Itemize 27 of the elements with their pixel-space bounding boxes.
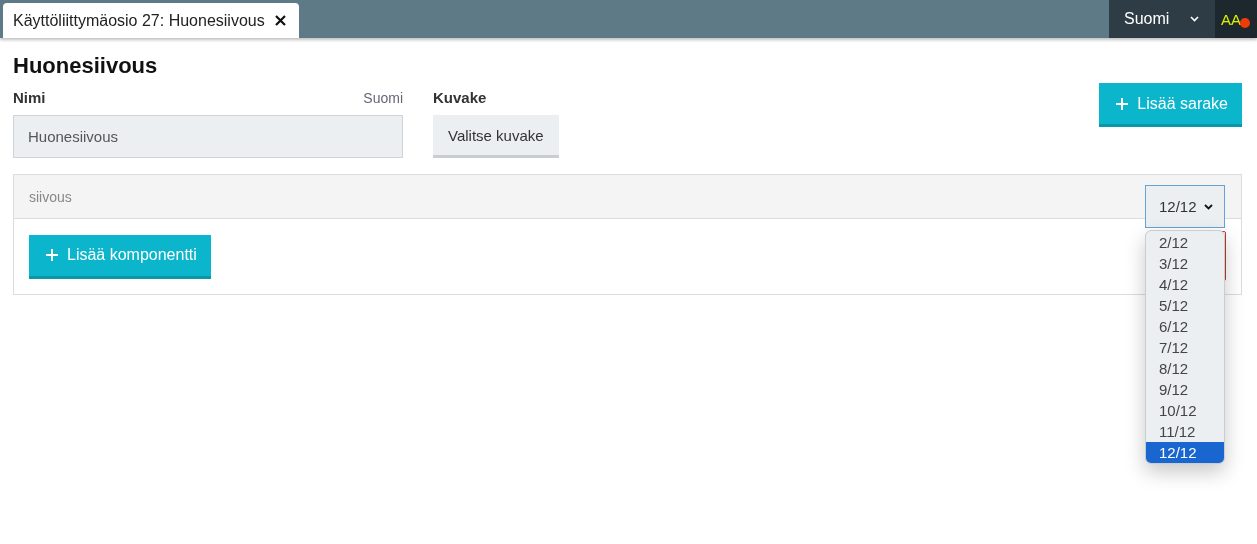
field-label: Nimi: [13, 89, 46, 107]
section-title: siivous: [29, 188, 72, 205]
field-label: Kuvake: [433, 89, 487, 107]
dropdown-option[interactable]: 10/12: [1146, 400, 1224, 422]
language-menu[interactable]: Suomi: [1109, 0, 1215, 38]
choose-icon-button[interactable]: Valitse kuvake: [433, 115, 559, 159]
dropdown-option[interactable]: 3/12: [1146, 253, 1224, 275]
dropdown-option[interactable]: 2/12: [1146, 232, 1224, 254]
name-field[interactable]: Huonesiivous: [13, 115, 403, 159]
language-label: Suomi: [363, 90, 403, 107]
chevron-down-icon: [1190, 16, 1199, 22]
dropdown-option[interactable]: 4/12: [1146, 274, 1224, 296]
width-select[interactable]: 12/12: [1145, 185, 1225, 229]
close-icon[interactable]: [274, 15, 286, 26]
dropdown-option[interactable]: 12/12: [1146, 442, 1224, 464]
dropdown-option[interactable]: 7/12: [1146, 337, 1224, 359]
plus-icon: [1115, 96, 1130, 111]
chevron-down-icon: [1204, 203, 1213, 210]
dropdown-option[interactable]: 8/12: [1146, 358, 1224, 380]
tab[interactable]: Käyttöliittymäosio 27: Huonesiivous: [3, 3, 299, 38]
plus-icon: [45, 248, 59, 263]
dropdown-option[interactable]: 11/12: [1146, 421, 1224, 443]
accessibility-button[interactable]: AA: [1215, 0, 1257, 38]
dropdown-option[interactable]: 5/12: [1146, 295, 1224, 317]
dropdown-option[interactable]: 9/12: [1146, 379, 1224, 401]
page-title: Huonesiivous: [13, 53, 159, 80]
dropdown-option[interactable]: 6/12: [1146, 316, 1224, 338]
